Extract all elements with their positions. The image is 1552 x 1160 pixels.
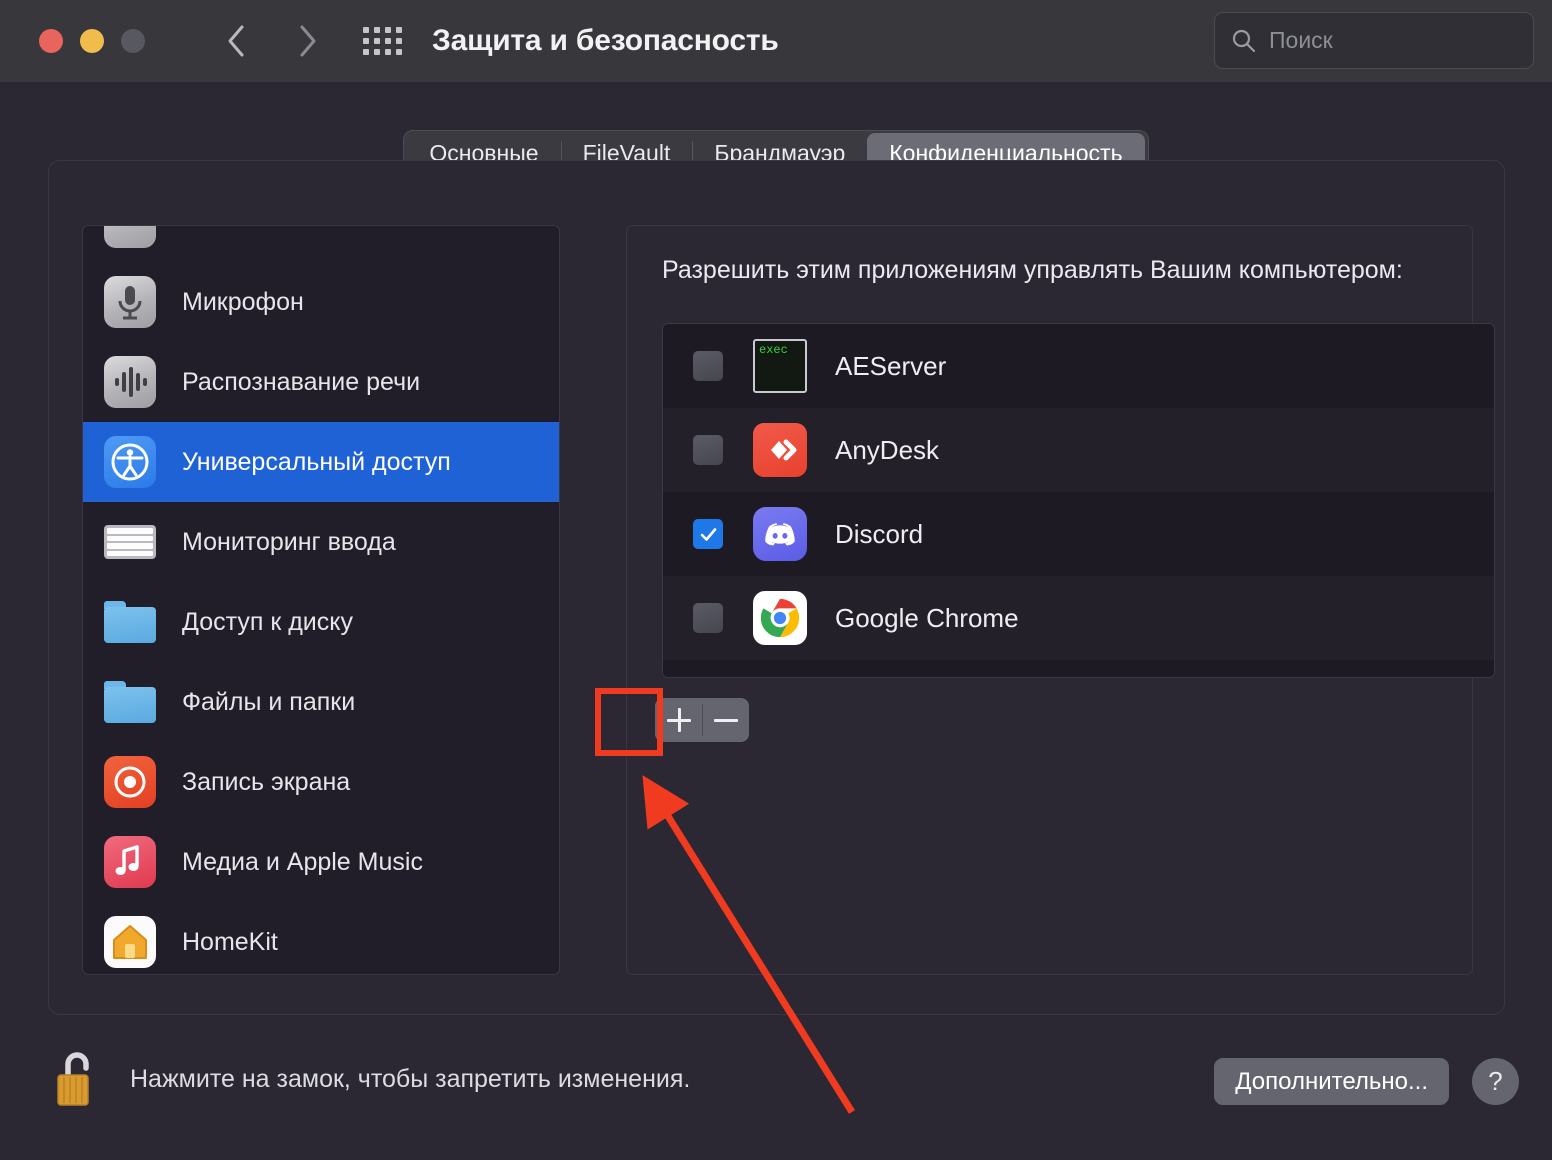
sidebar-item-label: HomeKit — [182, 927, 278, 956]
discord-icon — [753, 507, 807, 561]
grid-icon — [362, 27, 402, 55]
table-row[interactable]: Google Chrome — [663, 576, 1494, 660]
table-row[interactable]: exec AEServer — [663, 324, 1494, 408]
sidebar-item-speech-recognition[interactable]: Распознавание речи — [83, 342, 559, 422]
apps-pane: Разрешить этим приложениям управлять Ваш… — [626, 225, 1495, 975]
list-action-buttons — [655, 698, 749, 742]
sidebar-item-label: Файлы и папки — [182, 687, 356, 716]
music-icon — [104, 836, 156, 888]
app-checkbox[interactable] — [693, 519, 723, 549]
app-name: Discord — [835, 518, 924, 549]
sidebar-item-full-disk-access[interactable]: Доступ к диску — [83, 582, 559, 662]
anydesk-icon — [753, 423, 807, 477]
chrome-icon — [753, 591, 807, 645]
sidebar-item-label: Распознавание речи — [182, 367, 421, 396]
sidebar-item-accessibility[interactable]: Универсальный доступ — [83, 422, 559, 502]
exec-icon-text: exec — [759, 343, 788, 357]
folder-icon — [104, 596, 156, 648]
sidebar-item-label: Универсальный доступ — [182, 447, 451, 476]
minimize-button[interactable] — [80, 29, 104, 53]
sidebar-item-label: Доступ к диску — [182, 607, 353, 636]
apps-heading: Разрешить этим приложениям управлять Ваш… — [662, 256, 1403, 284]
sidebar-item-files-and-folders[interactable]: Файлы и папки — [83, 662, 559, 742]
lock-hint-text: Нажмите на замок, чтобы запретить измене… — [130, 1064, 691, 1093]
privacy-panel: Микрофон Распознавание речи Универсальны… — [48, 160, 1505, 1015]
sidebar-item-label: Микрофон — [182, 287, 304, 316]
plus-icon — [666, 708, 691, 732]
app-checkbox[interactable] — [693, 435, 723, 465]
zoom-button[interactable] — [121, 29, 145, 53]
chevron-left-icon — [228, 25, 244, 57]
sidebar-item-media-apple-music[interactable]: Медиа и Apple Music — [83, 822, 559, 902]
advanced-button[interactable]: Дополнительно... — [1214, 1058, 1449, 1105]
sidebar-item-label: Медиа и Apple Music — [182, 847, 423, 876]
chevron-right-icon — [300, 25, 316, 57]
add-button[interactable] — [655, 698, 702, 742]
accessibility-icon — [104, 436, 156, 488]
forward-button[interactable] — [272, 17, 344, 65]
sidebar-item-input-monitoring[interactable]: Мониторинг ввода — [83, 502, 559, 582]
search-placeholder: Поиск — [1269, 27, 1333, 53]
sidebar-item-homekit[interactable]: HomeKit — [83, 902, 559, 974]
lock-row: Нажмите на замок, чтобы запретить измене… — [48, 1048, 690, 1110]
unlocked-padlock-icon[interactable] — [48, 1048, 104, 1110]
minus-icon — [713, 708, 738, 732]
sidebar-item-partial[interactable] — [83, 226, 559, 262]
help-button[interactable]: ? — [1472, 1058, 1519, 1105]
partial-grey-icon — [104, 226, 156, 248]
search-field[interactable]: Поиск — [1214, 12, 1534, 69]
speech-recognition-icon — [104, 356, 156, 408]
app-name: AnyDesk — [835, 434, 940, 465]
title-bar: Защита и безопасность Поиск — [0, 0, 1552, 82]
category-sidebar[interactable]: Микрофон Распознавание речи Универсальны… — [82, 225, 560, 975]
back-button[interactable] — [200, 17, 272, 65]
app-name: AEServer — [835, 350, 947, 381]
sidebar-item-label: Мониторинг ввода — [182, 527, 396, 556]
table-row[interactable]: Discord — [663, 492, 1494, 576]
apps-list[interactable]: exec AEServer AnyDesk Discord Google Chr… — [662, 323, 1495, 678]
table-row[interactable]: AnyDesk — [663, 408, 1494, 492]
sidebar-item-microphone[interactable]: Микрофон — [83, 262, 559, 342]
page-title: Защита и безопасность — [432, 24, 779, 57]
screen-recording-icon — [104, 756, 156, 808]
remove-button[interactable] — [702, 698, 749, 742]
sidebar-item-label: Запись экрана — [182, 767, 351, 796]
show-all-button[interactable] — [360, 17, 404, 65]
category-list: Микрофон Распознавание речи Универсальны… — [83, 226, 559, 974]
system-preferences-window: Защита и безопасность Поиск Основные Fil… — [0, 0, 1552, 1160]
exec-terminal-icon: exec — [753, 339, 807, 393]
app-checkbox[interactable] — [693, 351, 723, 381]
table-row-partial[interactable] — [663, 660, 1494, 677]
keyboard-icon — [104, 516, 156, 568]
navigation-buttons — [200, 17, 344, 65]
microphone-icon — [104, 276, 156, 328]
app-name: Google Chrome — [835, 602, 1019, 633]
sidebar-item-screen-recording[interactable]: Запись экрана — [83, 742, 559, 822]
folder-icon — [104, 676, 156, 728]
homekit-icon — [104, 916, 156, 968]
app-checkbox[interactable] — [693, 603, 723, 633]
close-button[interactable] — [39, 29, 63, 53]
search-icon — [1232, 29, 1256, 52]
traffic-lights — [39, 29, 145, 53]
